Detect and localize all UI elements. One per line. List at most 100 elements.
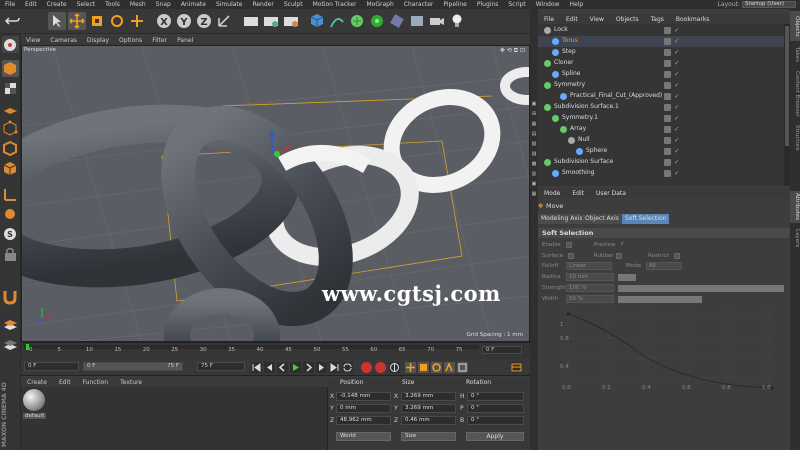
object-enabled-checkmark-icon[interactable]: ✓ [674,59,679,67]
object-visibility-toggle[interactable] [664,126,671,133]
object-enabled-checkmark-icon[interactable]: ✓ [674,48,679,56]
pos-y-field[interactable]: 0 mm [336,404,391,413]
next-frame-icon[interactable] [303,362,314,373]
object-row[interactable]: Torus ✓ [538,36,784,47]
object-row[interactable]: Cloner ✓ [538,58,784,69]
apply-button[interactable]: Apply [466,432,524,441]
object-row[interactable]: Subdivision Surface ✓ [538,157,784,168]
menu-help[interactable]: Help [564,1,588,8]
size-mode-select[interactable]: Size [401,432,456,441]
make-editable-icon[interactable] [2,36,19,53]
panel-shortcut-icons[interactable]: ▣ ⊞ ▦ ▤ ▧ ▨ ▩ ▥ ▣ ▦ [530,99,538,199]
object-menu-view[interactable]: View [584,16,610,23]
strength-slider[interactable] [618,285,784,292]
menu-simulate[interactable]: Simulate [211,1,248,8]
object-row[interactable]: Spline ✓ [538,69,784,80]
object-row[interactable]: Null ✓ [538,135,784,146]
rubber-checkbox[interactable] [616,253,622,259]
preview-range-min-field[interactable]: 0 F 75 F [83,362,183,371]
object-visibility-toggle[interactable] [664,137,671,144]
object-visibility-toggle[interactable] [664,115,671,122]
object-visibility-toggle[interactable] [664,104,671,111]
go-to-start-icon[interactable] [251,362,262,373]
object-row[interactable]: Practical_Final_Cut_(Approved) ✓ [538,91,784,102]
object-visibility-toggle[interactable] [664,71,671,78]
pen-spline-icon[interactable] [328,12,346,30]
material-default-preview[interactable] [23,389,45,411]
tab-soft-selection[interactable]: Soft Selection [622,214,670,224]
object-visibility-toggle[interactable] [664,159,671,166]
edges-mode-icon[interactable] [2,140,19,157]
rot-p-field[interactable]: 0 ° [467,404,524,413]
object-visibility-toggle[interactable] [664,93,671,100]
object-menu-bookmarks[interactable]: Bookmarks [670,16,716,23]
tab-attributes[interactable]: Attributes [790,191,800,223]
object-visibility-toggle[interactable] [664,38,671,45]
object-row[interactable]: Smoothing ✓ [538,168,784,179]
axis-mode-icon[interactable] [2,186,19,203]
radius-field[interactable]: 10 mm [566,273,614,281]
object-visibility-toggle[interactable] [664,49,671,56]
menu-mesh[interactable]: Mesh [125,1,151,8]
y-axis-icon[interactable]: Y [175,12,193,30]
viewport-menu-view[interactable]: View [21,37,45,44]
autokeying-icon[interactable] [375,362,386,373]
object-visibility-toggle[interactable] [664,27,671,34]
previous-frame-icon[interactable] [277,362,288,373]
restrict-checkbox[interactable] [674,253,680,259]
menu-character[interactable]: Character [399,1,439,8]
preview-checkmark-icon[interactable]: ✓ [620,241,625,247]
object-row[interactable]: Sphere ✓ [538,146,784,157]
object-enabled-checkmark-icon[interactable]: ✓ [674,136,679,144]
material-manager[interactable]: default [21,387,328,450]
grid-toggle-icon[interactable] [2,316,19,333]
object-row[interactable]: Array ✓ [538,124,784,135]
key-point-level-icon[interactable] [457,362,468,373]
object-row[interactable]: Subdivision Surface.1 ✓ [538,102,784,113]
width-field[interactable]: 50 % [566,295,614,303]
move-icon[interactable] [68,12,86,30]
model-mode-icon[interactable] [2,60,19,77]
rot-h-field[interactable]: 0 ° [467,392,524,401]
object-enabled-checkmark-icon[interactable]: ✓ [674,169,679,177]
menu-plugins[interactable]: Plugins [472,1,504,8]
3d-viewport[interactable]: Perspective ✥ ⟲ ⧉ ⊡ Grid Spacing : 1 mm … [21,45,530,342]
object-enabled-checkmark-icon[interactable]: ✓ [674,158,679,166]
object-visibility-toggle[interactable] [664,82,671,89]
deformer-icon[interactable] [388,12,406,30]
object-menu-file[interactable]: File [538,16,560,23]
strength-field[interactable]: 100 % [566,284,614,292]
surface-checkbox[interactable] [568,253,574,259]
object-visibility-toggle[interactable] [664,60,671,67]
attribute-menu-mode[interactable]: Mode [538,190,566,197]
object-enabled-checkmark-icon[interactable]: ✓ [674,26,679,34]
material-menu-texture[interactable]: Texture [114,379,148,386]
object-row[interactable]: Symmetry ✓ [538,80,784,91]
object-enabled-checkmark-icon[interactable]: ✓ [674,103,679,111]
menu-render[interactable]: Render [247,1,278,8]
object-enabled-checkmark-icon[interactable]: ✓ [674,81,679,89]
camera-icon[interactable] [428,12,446,30]
magnet-icon[interactable] [2,288,19,305]
rot-b-field[interactable]: 0 ° [467,416,524,425]
menu-select[interactable]: Select [72,1,101,8]
texture-mode-icon[interactable] [2,80,19,97]
record-active-objects-icon[interactable] [361,362,372,373]
live-selection-icon[interactable] [48,12,66,30]
tab-takes[interactable]: Takes [790,45,800,65]
key-parameter-icon[interactable] [444,362,455,373]
object-menu-objects[interactable]: Objects [610,16,645,23]
start-frame-field[interactable]: 0 F [24,362,79,371]
next-key-icon[interactable] [316,362,327,373]
tab-modeling-axis[interactable]: Modeling Axis [538,214,586,224]
width-slider[interactable] [618,296,702,303]
tab-object-axis[interactable]: Object Axis [582,214,622,224]
render-settings-icon[interactable] [282,12,300,30]
z-axis-icon[interactable]: Z [195,12,213,30]
locked-workplane-icon[interactable] [2,246,19,263]
object-visibility-toggle[interactable] [664,170,671,177]
rotate-icon[interactable] [108,12,126,30]
object-enabled-checkmark-icon[interactable]: ✓ [674,147,679,155]
object-row[interactable]: Lock ✓ [538,25,784,36]
go-to-end-icon[interactable] [329,362,340,373]
